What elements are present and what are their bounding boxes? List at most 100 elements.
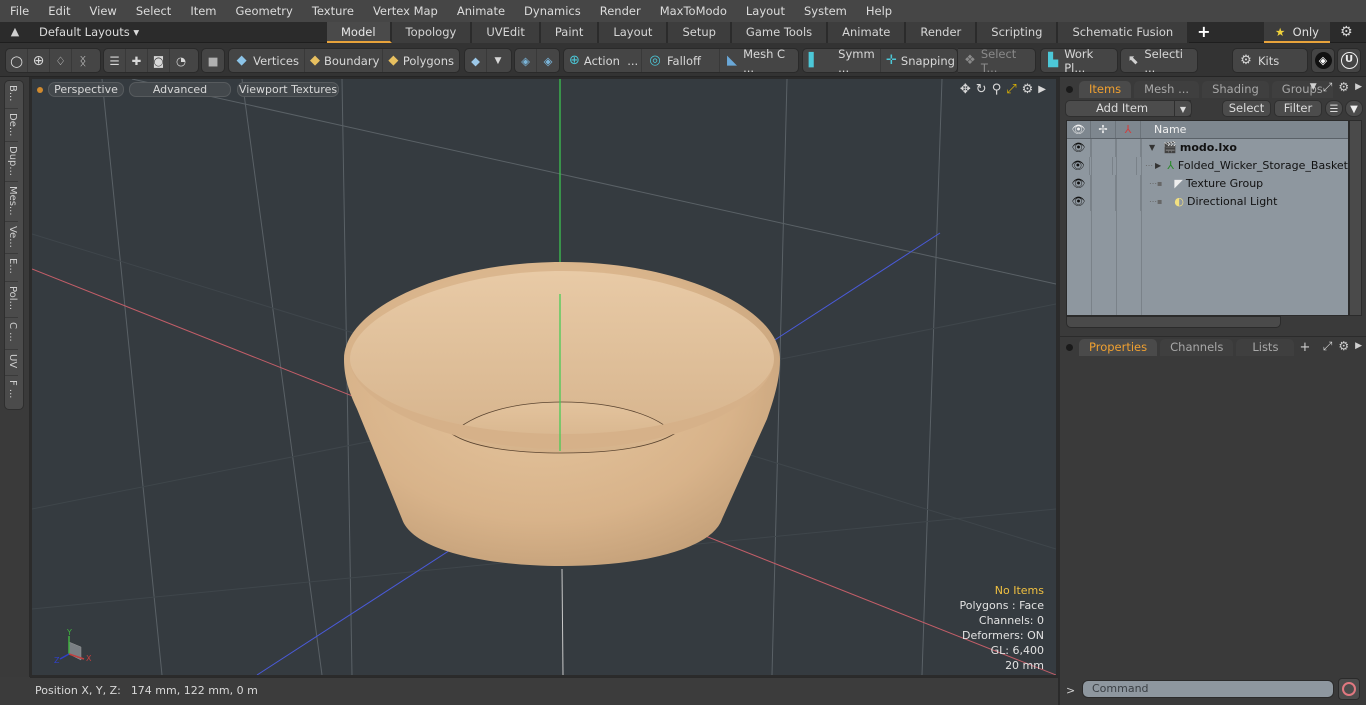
snapping-button[interactable]: ✛ Snapping: [881, 49, 957, 72]
vtab-basic[interactable]: B...: [5, 81, 18, 109]
tree-row-texture-group[interactable]: 👁 ⋯▪ ◤ Texture Group: [1067, 175, 1348, 193]
only-toggle-button[interactable]: ★ Only: [1264, 22, 1330, 43]
tab-scripting[interactable]: Scripting: [977, 22, 1059, 43]
vtab-vertex[interactable]: Ve...: [5, 222, 18, 254]
tab-uvedit[interactable]: UVEdit: [472, 22, 541, 43]
vtab-deform[interactable]: De...: [5, 109, 18, 142]
menu-layout[interactable]: Layout: [736, 0, 794, 22]
funnel-filter-button[interactable]: ▼: [1345, 100, 1363, 117]
symmetry-button[interactable]: ▌ Symm ...: [803, 47, 881, 75]
filter-button[interactable]: Filter: [1274, 100, 1322, 117]
menu-maxtomodo[interactable]: MaxToModo: [650, 0, 736, 22]
vtab-mesh-edit[interactable]: Mes...: [5, 182, 18, 222]
viewport-canvas[interactable]: Y X Z: [32, 79, 1056, 675]
zoom-icon[interactable]: ⚲: [992, 82, 1002, 98]
pen-tool-button[interactable]: ♢: [50, 49, 72, 72]
expand-icon[interactable]: ⤢: [1323, 339, 1333, 354]
eye-icon[interactable]: 👁: [1067, 157, 1090, 175]
add-item-dropdown[interactable]: ▼: [1174, 100, 1192, 117]
vtab-duplicate[interactable]: Dup...: [5, 142, 18, 182]
add-tab-button[interactable]: +: [1299, 340, 1310, 356]
menu-vertex-map[interactable]: Vertex Map: [363, 0, 447, 22]
expand-icon[interactable]: ⤢: [1323, 80, 1333, 95]
tab-topology[interactable]: Topology: [391, 22, 473, 43]
gear-icon[interactable]: ⚙: [1338, 339, 1349, 354]
add-item-button[interactable]: Add Item: [1065, 100, 1191, 117]
vtab-polygon[interactable]: Pol...: [5, 282, 18, 318]
menu-edit[interactable]: Edit: [38, 0, 79, 22]
tab-lists[interactable]: Lists: [1236, 339, 1295, 356]
tab-mesh[interactable]: Mesh ...: [1134, 81, 1200, 98]
chevron-right-icon[interactable]: ▶: [1355, 339, 1362, 354]
boundary-mode-button[interactable]: ◆ Boundary: [305, 49, 383, 72]
menu-render[interactable]: Render: [590, 0, 650, 22]
gear-icon[interactable]: ⚙: [1340, 24, 1353, 40]
tab-layout[interactable]: Layout: [599, 22, 669, 43]
falloff-button[interactable]: ◎ Falloff: [642, 49, 720, 72]
sphere-tool-button[interactable]: ⊕: [28, 49, 50, 72]
circle-tool-button[interactable]: ○: [6, 49, 28, 72]
column-name[interactable]: Name: [1141, 121, 1186, 138]
tree-row-mesh[interactable]: 👁 ⋯ ▶ ⅄ Folded_Wicker_Storage_Basket: [1067, 157, 1348, 175]
tree-row-light[interactable]: 👁 ⋯▪ ◐ Directional Light: [1067, 193, 1348, 211]
align-tool-button[interactable]: ☰: [104, 49, 126, 72]
vertices-mode-button[interactable]: ◆ Vertices: [229, 49, 305, 72]
list-options-button[interactable]: ☰: [1325, 100, 1343, 117]
action-center-button[interactable]: ◈: [515, 49, 537, 72]
eye-icon[interactable]: 👁: [1067, 193, 1091, 211]
bezier-tool-button[interactable]: ᛝ: [72, 49, 94, 72]
3d-viewport[interactable]: Y X Z Perspective Advanced Viewport Text…: [30, 77, 1058, 677]
add-tab-button[interactable]: +: [1189, 22, 1218, 43]
selection-sets-button[interactable]: ⬉ Selecti ...: [1121, 47, 1197, 75]
viewport-textures-dropdown[interactable]: Viewport Textures: [237, 82, 339, 97]
menu-system[interactable]: System: [794, 0, 856, 22]
expand-right-icon[interactable]: ▶: [1155, 157, 1161, 175]
tab-items[interactable]: Items: [1079, 81, 1132, 98]
tab-shading[interactable]: Shading: [1202, 81, 1269, 98]
pan-icon[interactable]: ✥: [960, 82, 971, 98]
tab-render[interactable]: Render: [906, 22, 978, 43]
chevron-down-icon[interactable]: ▼: [1310, 80, 1317, 95]
collapse-up-icon[interactable]: ▲: [8, 25, 22, 39]
type-column-icon[interactable]: ⅄: [1116, 121, 1141, 138]
visibility-column-icon[interactable]: 👁: [1067, 121, 1091, 138]
gear-icon[interactable]: ⚙: [1338, 80, 1349, 95]
unreal-button[interactable]: U: [1338, 49, 1360, 72]
lock-column-icon[interactable]: ✢: [1091, 121, 1116, 138]
menu-item[interactable]: Item: [180, 0, 225, 22]
work-plane-button[interactable]: ▙ Work Pl...: [1041, 47, 1117, 75]
menu-select[interactable]: Select: [126, 0, 180, 22]
menu-view[interactable]: View: [80, 0, 126, 22]
perspective-dropdown[interactable]: Perspective: [48, 82, 124, 97]
panel-dot[interactable]: [1066, 86, 1073, 93]
chevron-right-icon[interactable]: ▶: [1355, 80, 1362, 95]
menu-help[interactable]: Help: [856, 0, 901, 22]
maximize-icon[interactable]: ⤢: [1006, 82, 1016, 98]
tab-game-tools[interactable]: Game Tools: [731, 22, 829, 43]
tab-paint[interactable]: Paint: [540, 22, 600, 43]
tab-schematic-fusion[interactable]: Schematic Fusion: [1058, 22, 1190, 43]
pivot-button[interactable]: ◈: [537, 49, 559, 72]
menu-geometry[interactable]: Geometry: [226, 0, 302, 22]
menu-animate[interactable]: Animate: [447, 0, 514, 22]
command-record-button[interactable]: [1338, 678, 1360, 700]
eye-icon[interactable]: 👁: [1067, 175, 1091, 193]
polygons-mode-button[interactable]: ◆ Polygons: [383, 49, 459, 72]
menu-texture[interactable]: Texture: [302, 0, 363, 22]
vtab-uv[interactable]: UV: [5, 350, 18, 376]
tab-animate[interactable]: Animate: [828, 22, 907, 43]
shading-dropdown[interactable]: Advanced: [129, 82, 231, 97]
menu-dynamics[interactable]: Dynamics: [514, 0, 590, 22]
dial-tool-button[interactable]: ◔: [170, 49, 192, 72]
viewport-status-dot[interactable]: [37, 87, 43, 93]
vtab-curve[interactable]: C ...: [5, 318, 18, 350]
command-input[interactable]: Command: [1082, 680, 1334, 698]
item-mode-button[interactable]: ■: [202, 49, 224, 72]
unwrap-tool-button[interactable]: ✚: [126, 49, 148, 72]
tab-setup[interactable]: Setup: [668, 22, 732, 43]
tab-channels[interactable]: Channels: [1160, 339, 1234, 356]
tab-properties[interactable]: Properties: [1079, 339, 1158, 356]
menu-file[interactable]: File: [0, 0, 38, 22]
vtab-edge[interactable]: E...: [5, 254, 18, 282]
vtab-fusion[interactable]: F ...: [5, 376, 18, 408]
